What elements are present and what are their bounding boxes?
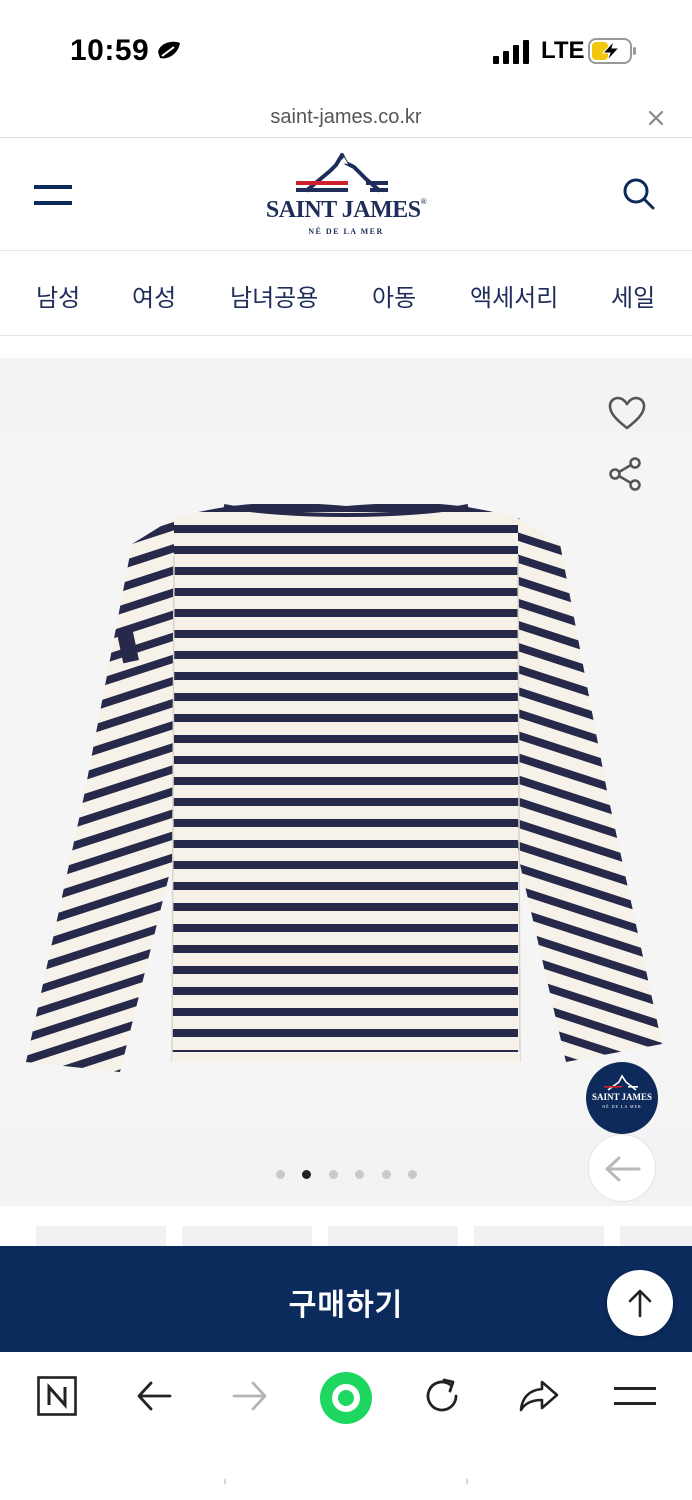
nav-item-accessories[interactable]: 액세서리 bbox=[470, 278, 558, 313]
pager-dot-active[interactable] bbox=[302, 1170, 311, 1179]
forward-arrow-icon[interactable] bbox=[232, 1380, 268, 1412]
thumbnail[interactable] bbox=[328, 1226, 458, 1248]
bubble-brand-text: SAINT JAMES bbox=[591, 1092, 653, 1102]
menu-icon[interactable] bbox=[614, 1384, 656, 1408]
battery-charging-icon bbox=[588, 38, 636, 64]
pager-dot[interactable] bbox=[408, 1170, 417, 1179]
nav-item-men[interactable]: 남성 bbox=[36, 278, 80, 313]
bubble-logo-icon bbox=[604, 1074, 638, 1091]
pager-dot[interactable] bbox=[276, 1170, 285, 1179]
logo-text: SAINT JAMES® bbox=[265, 197, 427, 223]
hamburger-menu-icon[interactable] bbox=[34, 183, 72, 207]
nav-item-unisex[interactable]: 남녀공용 bbox=[230, 278, 318, 313]
thumbnail[interactable] bbox=[474, 1226, 604, 1248]
thumbnail[interactable] bbox=[182, 1226, 312, 1248]
striped-shirt-image[interactable] bbox=[24, 496, 668, 1076]
category-nav: 남성 여성 남녀공용 아동 액세서리 세일 bbox=[0, 252, 692, 336]
buy-button[interactable]: 구매하기 bbox=[0, 1246, 692, 1352]
search-icon[interactable] bbox=[622, 177, 656, 211]
thumbnail[interactable] bbox=[36, 1226, 166, 1248]
back-arrow-icon[interactable] bbox=[136, 1380, 172, 1412]
nav-item-kids[interactable]: 아동 bbox=[372, 278, 416, 313]
up-arrow-icon bbox=[628, 1289, 652, 1318]
nav-item-women[interactable]: 여성 bbox=[132, 278, 176, 313]
signal-icon bbox=[493, 40, 529, 64]
home-indicator bbox=[223, 1478, 469, 1485]
reload-icon[interactable] bbox=[422, 1376, 462, 1416]
heart-icon[interactable] bbox=[608, 396, 646, 432]
brand-chat-bubble[interactable]: SAINT JAMES NÉ DE LA MER bbox=[586, 1062, 658, 1134]
url-bar[interactable]: saint-james.co.kr bbox=[0, 100, 692, 138]
pager-dot[interactable] bbox=[382, 1170, 391, 1179]
green-dot-icon[interactable] bbox=[318, 1370, 374, 1426]
scroll-top-button[interactable] bbox=[607, 1270, 673, 1336]
logo-tagline: NÉ DE LA MER bbox=[308, 227, 384, 236]
back-button[interactable] bbox=[588, 1134, 656, 1202]
status-bar: 10:59 LTE bbox=[0, 0, 692, 100]
nav-item-sale[interactable]: 세일 bbox=[611, 278, 655, 313]
pager-dot[interactable] bbox=[355, 1170, 364, 1179]
url-text[interactable]: saint-james.co.kr bbox=[0, 106, 692, 129]
share-icon[interactable] bbox=[518, 1378, 560, 1414]
naver-home-icon[interactable] bbox=[37, 1376, 77, 1416]
share-icon[interactable] bbox=[608, 456, 642, 492]
logo-mountain-icon bbox=[296, 153, 388, 193]
left-arrow-icon bbox=[605, 1156, 641, 1182]
pager-dot[interactable] bbox=[329, 1170, 338, 1179]
brand-logo[interactable]: SAINT JAMES® NÉ DE LA MER bbox=[262, 153, 430, 239]
close-icon[interactable] bbox=[644, 106, 668, 130]
site-header: SAINT JAMES® NÉ DE LA MER bbox=[0, 139, 692, 251]
focus-leaf-icon bbox=[158, 41, 180, 59]
network-label: LTE bbox=[541, 37, 585, 64]
product-gallery[interactable]: SAINT JAMES NÉ DE LA MER bbox=[0, 358, 692, 1206]
bubble-tagline: NÉ DE LA MER bbox=[602, 1104, 642, 1109]
thumbnail[interactable] bbox=[620, 1226, 692, 1248]
status-time: 10:59 bbox=[70, 34, 150, 67]
buy-button-label: 구매하기 bbox=[288, 1289, 404, 1322]
